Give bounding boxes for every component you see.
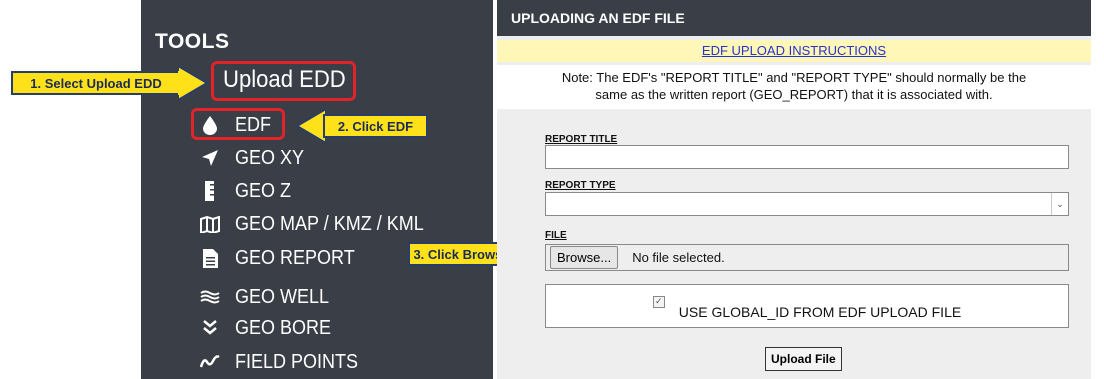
browse-button[interactable]: Browse... — [550, 246, 619, 269]
tool-item-label: FIELD POINTS — [235, 350, 359, 373]
ruler-icon — [199, 180, 221, 202]
tools-sidebar: TOOLS Upload EDD EDF GEO XY GEO Z GEO MA… — [141, 0, 493, 379]
map-icon — [199, 213, 221, 235]
file-status: No file selected. — [632, 250, 725, 265]
file-label: FILE — [545, 230, 567, 241]
location-arrow-icon — [199, 147, 221, 169]
report-note: Note: The EDF's "REPORT TITLE" and "REPO… — [497, 65, 1091, 109]
report-type-select[interactable]: ⌄ — [545, 192, 1069, 216]
tool-item-geo-xy[interactable]: GEO XY — [199, 143, 312, 173]
arrow-right-icon — [178, 66, 208, 100]
callout-select-upload-edd: 1. Select Upload EDD — [11, 66, 208, 100]
global-id-checkbox[interactable]: ✓ — [652, 296, 665, 308]
upload-form-panel: UPLOADING AN EDF FILE EDF UPLOAD INSTRUC… — [497, 0, 1091, 379]
tool-item-label: GEO REPORT — [235, 246, 355, 269]
note-line-2: same as the written report (GEO_REPORT) … — [595, 87, 993, 102]
tool-item-label: GEO XY — [235, 146, 305, 169]
tool-item-field-points[interactable]: FIELD POINTS — [199, 347, 372, 377]
callout-label: 1. Select Upload EDD — [11, 71, 181, 95]
tool-item-label: GEO MAP / KMZ / KML — [235, 212, 424, 235]
global-id-option: ✓ USE GLOBAL_ID FROM EDF UPLOAD FILE — [545, 284, 1069, 328]
arrow-left-icon — [296, 109, 326, 143]
report-type-label: REPORT TYPE — [545, 180, 616, 191]
form-header: UPLOADING AN EDF FILE — [497, 0, 1091, 36]
tool-item-geo-bore[interactable]: GEO BORE — [199, 313, 342, 343]
tool-item-label: GEO WELL — [235, 285, 330, 308]
tool-item-geo-well[interactable]: GEO WELL — [199, 282, 339, 312]
global-id-label: USE GLOBAL_ID FROM EDF UPLOAD FILE — [678, 304, 962, 320]
tools-title: TOOLS — [155, 30, 230, 53]
tool-item-geo-z[interactable]: GEO Z — [199, 176, 297, 206]
highlight-edf — [191, 108, 285, 140]
report-title-input[interactable] — [545, 145, 1069, 169]
file-input[interactable]: Browse... No file selected. — [545, 244, 1069, 271]
upload-file-button[interactable]: Upload File — [765, 347, 842, 371]
callout-click-edf: 2. Click EDF — [296, 109, 428, 143]
tool-item-label: GEO BORE — [235, 316, 332, 339]
highlight-upload-edd — [211, 61, 356, 101]
document-icon — [199, 247, 221, 269]
note-line-1: Note: The EDF's "REPORT TITLE" and "REPO… — [561, 70, 1027, 85]
report-title-label: REPORT TITLE — [545, 134, 618, 145]
upload-instructions-link[interactable]: EDF UPLOAD INSTRUCTIONS — [497, 40, 1091, 62]
tool-item-geo-report[interactable]: GEO REPORT — [199, 243, 368, 273]
waves-icon — [199, 286, 221, 308]
squiggle-icon — [199, 351, 221, 373]
tool-item-geo-map[interactable]: GEO MAP / KMZ / KML — [199, 209, 445, 239]
callout-label: 2. Click EDF — [323, 114, 428, 138]
chevron-down-icon[interactable]: ⌄ — [1051, 193, 1068, 215]
double-chevron-down-icon — [199, 317, 221, 339]
tool-item-label: GEO Z — [235, 179, 292, 202]
